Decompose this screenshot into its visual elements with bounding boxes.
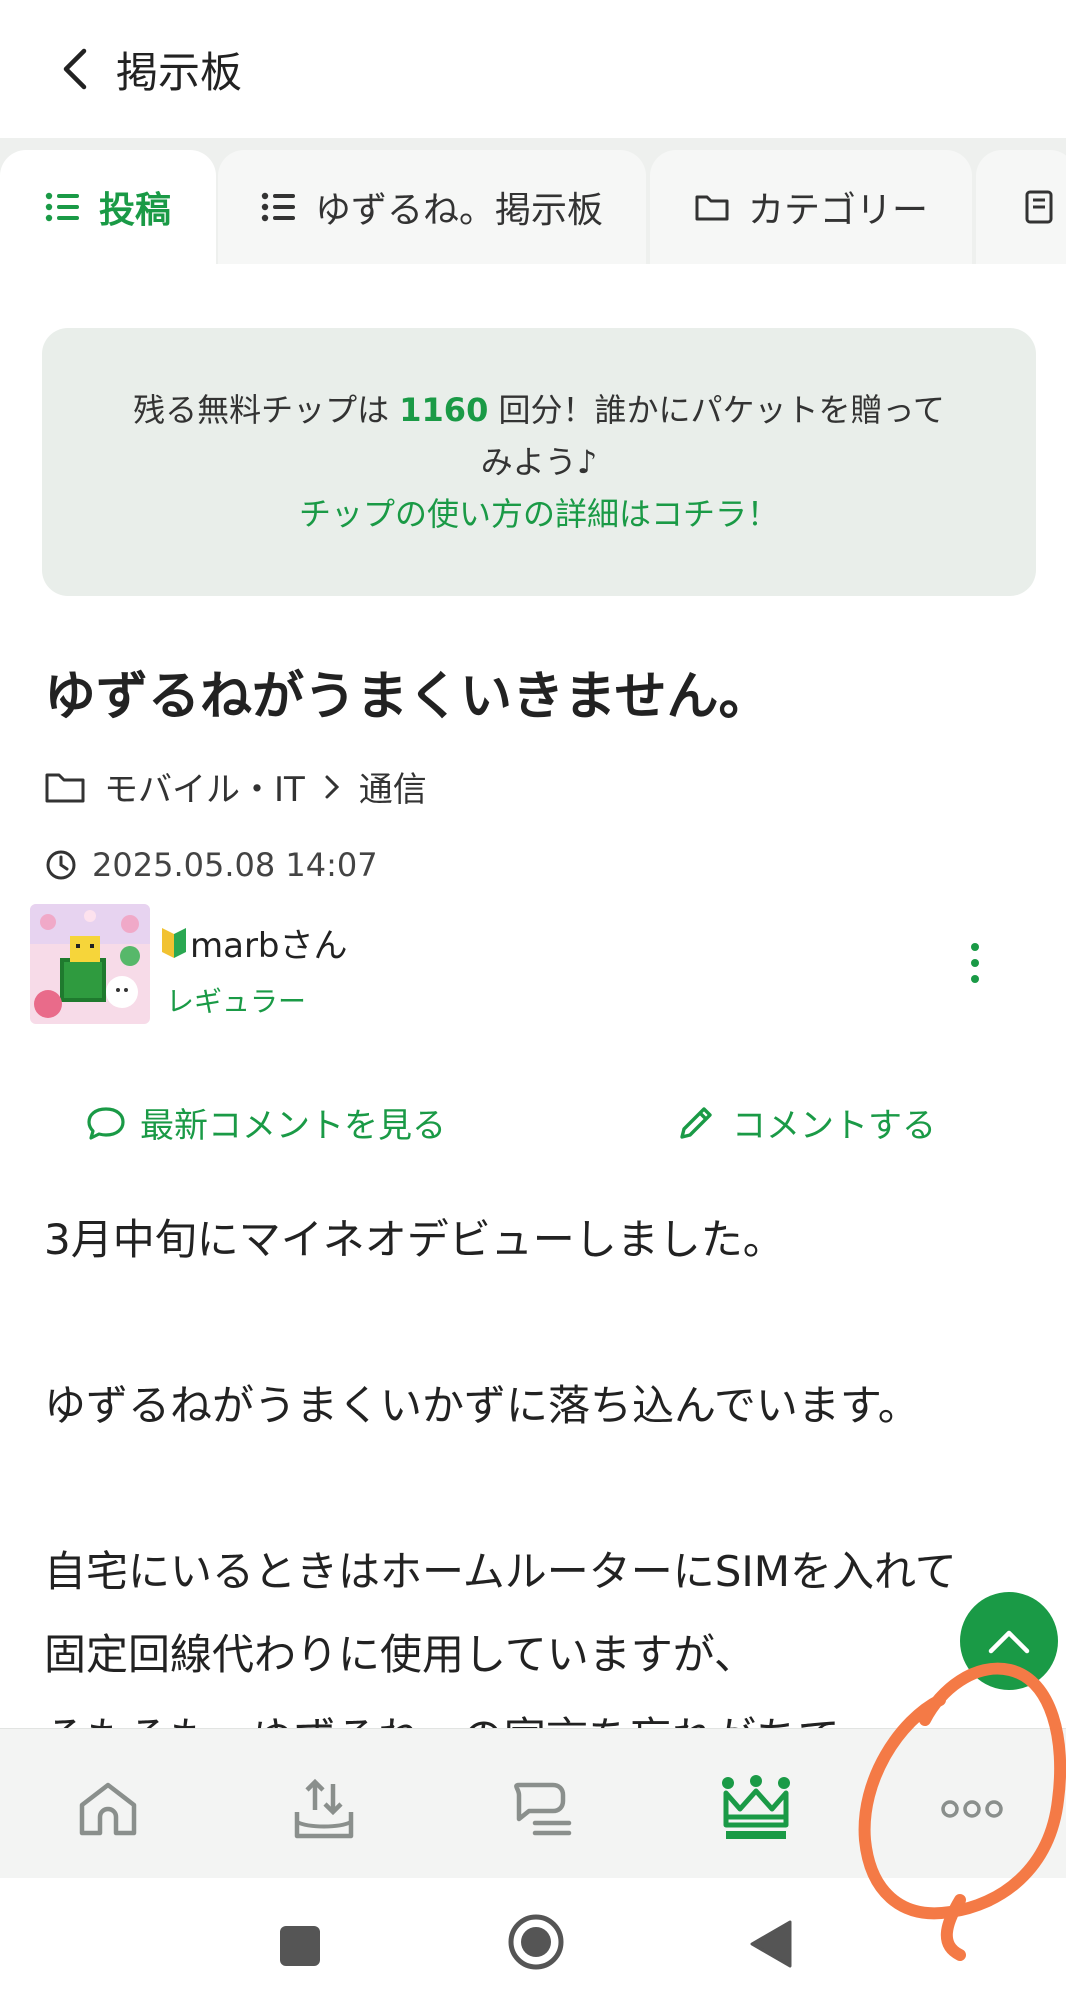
- beginner-mark-icon: [162, 927, 186, 958]
- post-menu-button[interactable]: [960, 940, 990, 990]
- avatar[interactable]: [30, 904, 150, 1024]
- post-title: ゆずるねがうまくいきません。: [44, 667, 771, 727]
- comment-actions: 最新コメントを見る コメントする: [0, 1090, 1066, 1150]
- tab-yuzurune-board[interactable]: ゆずるね。掲示板: [218, 150, 646, 264]
- latest-comments-button[interactable]: 最新コメントを見る: [86, 1098, 446, 1147]
- back-system-button[interactable]: [748, 1918, 794, 1974]
- latest-comments-label: 最新コメントを見る: [140, 1106, 446, 1146]
- nav-ranking[interactable]: [716, 1769, 796, 1849]
- crown-icon: [722, 1775, 790, 1839]
- square-icon: [280, 1926, 320, 1966]
- category-link[interactable]: モバイル・IT: [104, 762, 305, 811]
- scroll-top-button[interactable]: [960, 1592, 1058, 1690]
- tab-label: 投稿: [98, 190, 171, 231]
- post-date: 2025.05.08 14:07: [44, 846, 378, 884]
- breadcrumb: モバイル・IT 通信: [44, 762, 427, 811]
- tip-help-link[interactable]: チップの使い方の詳細はコチラ！: [42, 488, 1036, 540]
- chat-bubble-icon: [514, 1782, 572, 1836]
- author-name[interactable]: marbさん: [190, 918, 348, 967]
- upload-tray-icon: [294, 1778, 354, 1839]
- book-icon: [1025, 190, 1053, 224]
- tab-category[interactable]: カテゴリー: [650, 150, 972, 264]
- list-icon: [261, 192, 295, 222]
- circle-home-icon: [508, 1914, 564, 1970]
- free-tip-notice: 残る無料チップは 1160 回分！誰かにパケットを贈って みよう♪ チップの使い…: [42, 328, 1036, 596]
- folder-icon: [695, 195, 729, 221]
- tab-label: ゆずるね。掲示板: [314, 190, 603, 231]
- speech-bubble-icon: [87, 1106, 125, 1140]
- tab-posts[interactable]: 投稿: [0, 150, 216, 264]
- author-rank: レギュラー: [166, 985, 307, 1018]
- nav-chat[interactable]: [502, 1769, 582, 1849]
- triangle-back-icon: [750, 1920, 792, 1968]
- more-horizontal-icon: [941, 1800, 1003, 1818]
- clock-icon: [46, 850, 76, 880]
- system-nav-bar: [0, 1878, 1066, 2007]
- chevron-up-icon: [988, 1630, 1030, 1654]
- author-line: marbさん: [160, 918, 348, 967]
- notice-line-2: みよう♪: [480, 443, 598, 481]
- chevron-right-icon: [325, 775, 339, 798]
- nav-home[interactable]: [68, 1769, 148, 1849]
- notice-line-1: 残る無料チップは 1160 回分！誰かにパケットを贈って: [42, 384, 1036, 436]
- bottom-nav: [0, 1728, 1066, 1879]
- write-comment-label: コメントする: [732, 1106, 936, 1146]
- home-system-button[interactable]: [506, 1912, 566, 1976]
- recents-button[interactable]: [278, 1924, 322, 1972]
- subcategory-link[interactable]: 通信: [359, 762, 427, 811]
- chevron-left-icon: [63, 48, 87, 90]
- pencil-icon: [680, 1106, 712, 1139]
- home-icon: [79, 1782, 137, 1836]
- list-icon: [45, 192, 79, 222]
- date-text: 2025.05.08 14:07: [92, 846, 378, 884]
- post-body: 3月中旬にマイネオデビューしました。 ゆずるねがうまくいかずに落ち込んでいます。…: [44, 1215, 957, 1762]
- tip-count: 1160: [399, 391, 489, 429]
- tab-bar: 投稿 ゆずるね。掲示板 カテゴリー: [0, 138, 1066, 264]
- more-vertical-icon: [971, 943, 979, 983]
- notice-text: 回分！誰かにパケットを贈って: [488, 391, 945, 429]
- nav-upload[interactable]: [284, 1769, 364, 1849]
- page-title: 掲示板: [116, 47, 243, 97]
- write-comment-button[interactable]: コメントする: [676, 1098, 936, 1147]
- tab-more[interactable]: [976, 150, 1066, 264]
- nav-more[interactable]: [932, 1769, 1012, 1849]
- tab-label: カテゴリー: [747, 190, 928, 231]
- notice-text: 残る無料チップは: [133, 391, 400, 429]
- app-bar: 掲示板: [0, 0, 1066, 138]
- back-button[interactable]: [40, 34, 110, 104]
- folder-icon: [45, 773, 85, 802]
